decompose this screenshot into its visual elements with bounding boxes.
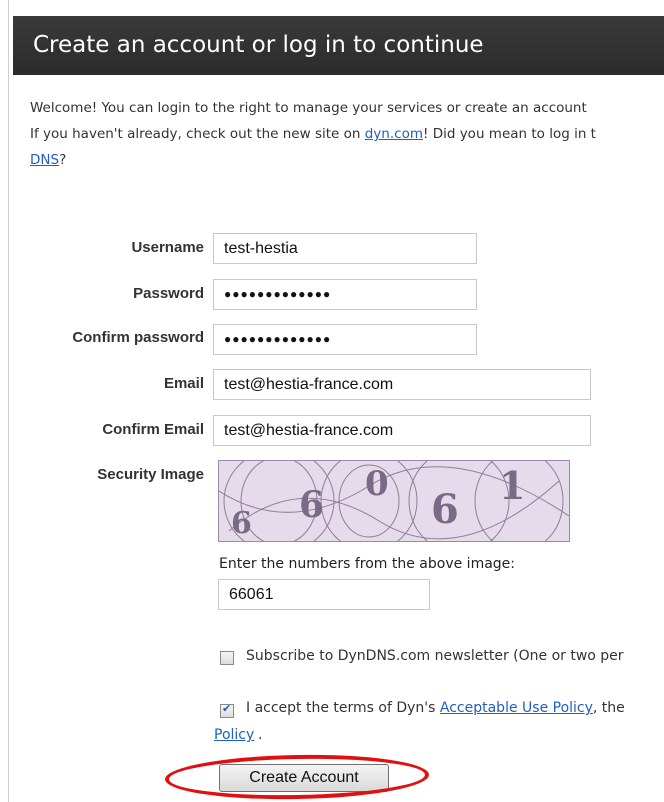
terms-text: I accept the terms of Dyn's [246,700,440,716]
intro-line-2-tail: ! Did you mean to log in t [422,126,596,142]
terms-label: I accept the terms of Dyn's Acceptable U… [246,700,664,716]
intro-line-1: Welcome! You can login to the right to m… [30,100,587,116]
captcha-digit: 1 [499,463,525,508]
password-label: Password [133,285,204,302]
captcha-digit: 6 [231,506,252,541]
password-field[interactable]: ●●●●●●●●●●●●● [213,279,477,310]
intro-text: Welcome! You can login to the right to m… [30,95,664,173]
intro-line-3-tail: ? [59,152,67,168]
confirm-password-label: Confirm password [72,329,204,346]
terms-tail: , the [592,700,625,716]
security-image-label: Security Image [97,466,204,483]
captcha-image: 6 6 0 6 1 [218,460,570,542]
create-account-button[interactable]: Create Account [219,764,389,792]
newsletter-label: Subscribe to DynDNS.com newsletter (One … [246,648,624,664]
terms-checkbox[interactable] [220,702,234,718]
dyn-com-link[interactable]: dyn.com [365,126,423,142]
email-field[interactable]: test@hestia-france.com [213,369,591,400]
confirm-email-label: Confirm Email [102,421,204,438]
page-title: Create an account or log in to continue [33,32,484,58]
captcha-prompt: Enter the numbers from the above image: [219,556,515,572]
intro-line-2-text: If you haven't already, check out the ne… [30,126,365,142]
username-label: Username [131,239,204,256]
dns-link[interactable]: DNS [30,152,59,168]
captcha-input[interactable]: 66061 [218,579,430,610]
confirm-email-field[interactable]: test@hestia-france.com [213,415,591,446]
intro-line-2: If you haven't already, check out the ne… [30,121,664,147]
newsletter-checkbox[interactable] [220,651,234,665]
page-left-border [8,0,9,802]
captcha-digit: 0 [365,464,389,504]
captcha-digit: 6 [299,484,324,526]
acceptable-use-policy-link[interactable]: Acceptable Use Policy [440,700,593,716]
confirm-password-field[interactable]: ●●●●●●●●●●●●● [213,324,477,355]
policy-link[interactable]: Policy [214,727,254,743]
page-header: Create an account or log in to continue [13,16,664,75]
email-label: Email [163,375,204,392]
policy-period: . [258,727,263,743]
intro-line-3: DNS? [30,147,664,173]
captcha-digit: 6 [431,486,459,533]
username-field[interactable]: test-hestia [213,233,477,264]
